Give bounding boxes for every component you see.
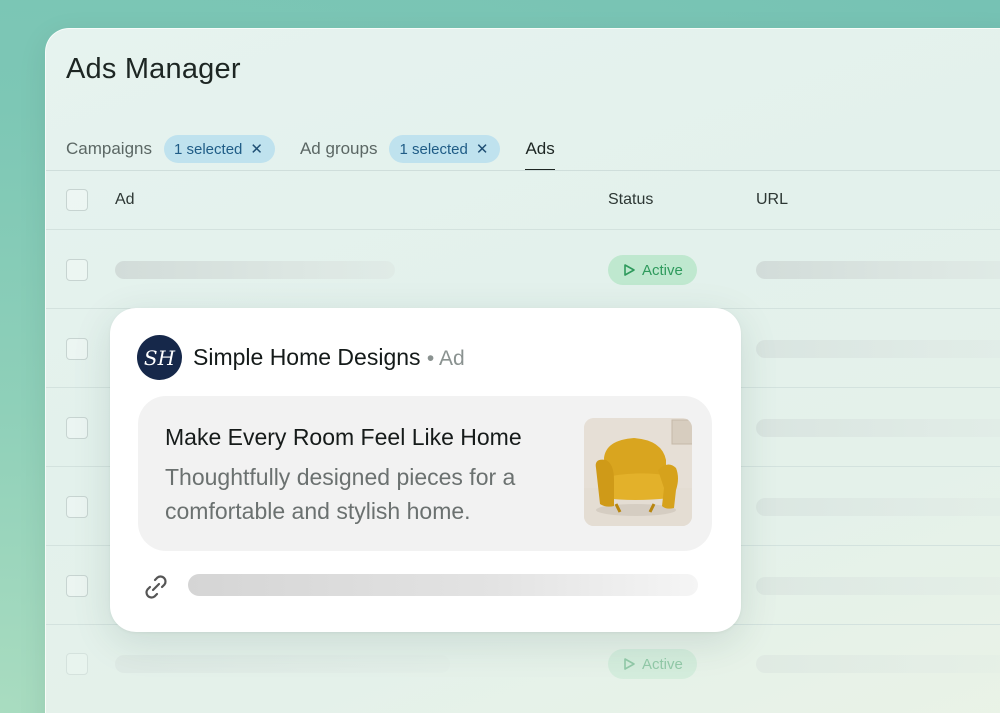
row-checkbox[interactable]: [66, 417, 88, 439]
link-icon[interactable]: [140, 571, 172, 603]
page-title: Ads Manager: [66, 53, 241, 85]
ad-groups-chip-label: 1 selected: [399, 140, 468, 158]
row-checkbox[interactable]: [66, 575, 88, 597]
status-label: Active: [642, 261, 683, 279]
play-icon: [624, 658, 635, 670]
tab-bar: Campaigns 1 selected ✕ Ad groups 1 selec…: [66, 127, 556, 171]
tab-ads[interactable]: Ads: [525, 127, 556, 171]
url-placeholder: [756, 498, 1000, 516]
row-checkbox[interactable]: [66, 338, 88, 360]
column-header-status[interactable]: Status: [608, 191, 653, 209]
tab-ads-label: Ads: [525, 139, 555, 158]
url-placeholder: [756, 577, 1000, 595]
url-placeholder: [756, 340, 1000, 358]
campaigns-chip-label: 1 selected: [174, 140, 243, 158]
tab-ad-groups-label: Ad groups: [299, 139, 378, 158]
ad-name-placeholder: [115, 261, 395, 279]
row-checkbox[interactable]: [66, 496, 88, 518]
tab-campaigns-label: Campaigns: [66, 139, 152, 158]
ad-creative[interactable]: Make Every Room Feel Like Home Thoughtfu…: [138, 396, 712, 551]
status-badge: Active: [608, 255, 697, 285]
url-placeholder: [756, 419, 1000, 437]
ad-preview-card[interactable]: SH Simple Home Designs • Ad Make Every R…: [110, 308, 741, 632]
column-header-url[interactable]: URL: [756, 191, 788, 209]
status-badge: Active: [608, 649, 697, 679]
row-checkbox[interactable]: [66, 653, 88, 675]
tab-ad-groups[interactable]: Ad groups 1 selected ✕: [299, 135, 501, 163]
advertiser-heading: Simple Home Designs • Ad: [193, 344, 465, 371]
advertiser-name: Simple Home Designs: [193, 344, 421, 370]
ad-label: • Ad: [426, 347, 465, 370]
logo-initials: SH: [143, 345, 176, 370]
select-all-checkbox[interactable]: [66, 189, 88, 211]
close-icon[interactable]: ✕: [250, 140, 263, 158]
ad-description: Thoughtfully designed pieces for a comfo…: [165, 464, 516, 524]
row-checkbox[interactable]: [66, 259, 88, 281]
url-placeholder: [188, 574, 698, 596]
ad-headline: Make Every Room Feel Like Home: [165, 424, 522, 450]
campaigns-selection-chip[interactable]: 1 selected ✕: [164, 135, 275, 163]
armchair-illustration: [584, 418, 692, 526]
row-divider: [46, 229, 1000, 230]
close-icon[interactable]: ✕: [476, 140, 489, 158]
play-icon: [624, 264, 635, 276]
tab-campaigns[interactable]: Campaigns 1 selected ✕: [66, 135, 275, 163]
armchair-image: [584, 418, 692, 526]
column-header-ad[interactable]: Ad: [115, 191, 135, 209]
url-placeholder: [756, 261, 1000, 279]
url-placeholder: [756, 655, 1000, 673]
tab-divider: [46, 170, 1000, 171]
ad-name-placeholder: [115, 655, 450, 673]
advertiser-logo: SH: [137, 335, 182, 380]
ad-groups-selection-chip[interactable]: 1 selected ✕: [389, 135, 501, 163]
status-label: Active: [642, 655, 683, 673]
